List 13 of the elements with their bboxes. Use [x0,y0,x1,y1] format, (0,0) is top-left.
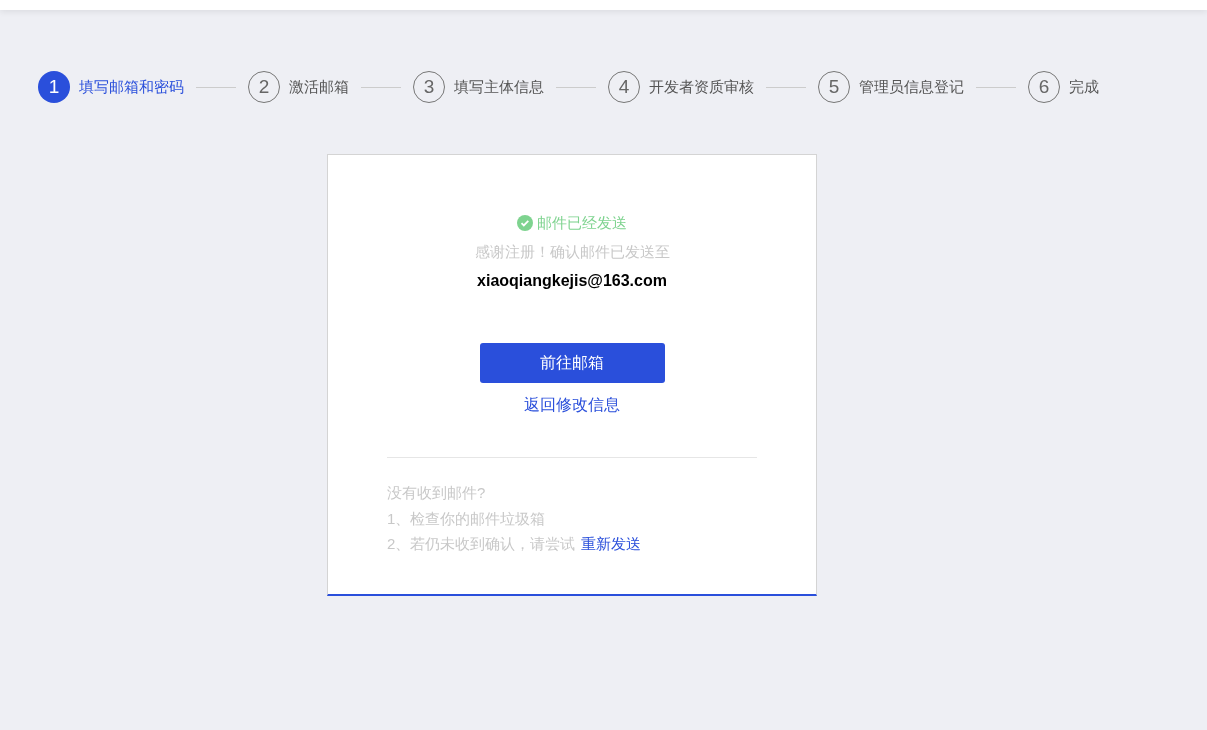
status-text: 邮件已经发送 [537,213,627,233]
step-number: 1 [38,71,70,103]
step-label: 完成 [1069,76,1099,97]
resend-link[interactable]: 重新发送 [581,533,642,556]
step-label: 开发者资质审核 [649,76,754,97]
email-text: xiaoqiangkejis@163.com [477,271,667,291]
check-circle-icon [517,215,533,232]
step-label: 管理员信息登记 [859,76,964,97]
go-to-mailbox-button[interactable]: 前往邮箱 [479,343,665,383]
step-label: 填写邮箱和密码 [79,76,184,97]
step-label: 填写主体信息 [454,76,544,97]
step-label: 激活邮箱 [289,76,349,97]
back-link[interactable]: 返回修改信息 [524,393,620,417]
